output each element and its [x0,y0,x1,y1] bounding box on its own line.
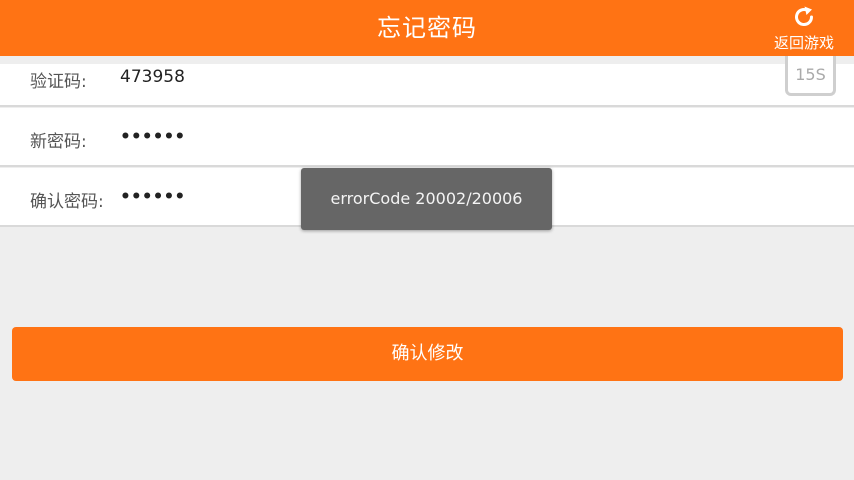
error-toast: errorCode 20002/20006 [301,168,552,230]
header-gap [0,56,854,64]
confirm-change-button[interactable]: 确认修改 [12,327,843,381]
confirm-password-input[interactable]: •••••• [120,187,185,207]
new-password-input[interactable]: •••••• [120,127,185,147]
verification-code-row: 验证码: 473958 [0,64,854,107]
page-title: 忘记密码 [377,14,477,42]
back-to-game-button[interactable]: 返回游戏 [768,2,840,56]
back-to-game-label: 返回游戏 [773,34,834,52]
new-password-row: 新密码: •••••• [0,108,854,167]
verification-code-input[interactable]: 473958 [120,67,185,87]
refresh-icon [795,6,814,26]
resend-countdown-button[interactable]: 15S [785,56,836,96]
confirm-password-label: 确认密码: [30,192,104,212]
verification-code-label: 验证码: [30,72,87,92]
new-password-label: 新密码: [30,132,87,152]
header-bar: 忘记密码 返回游戏 [0,0,854,56]
